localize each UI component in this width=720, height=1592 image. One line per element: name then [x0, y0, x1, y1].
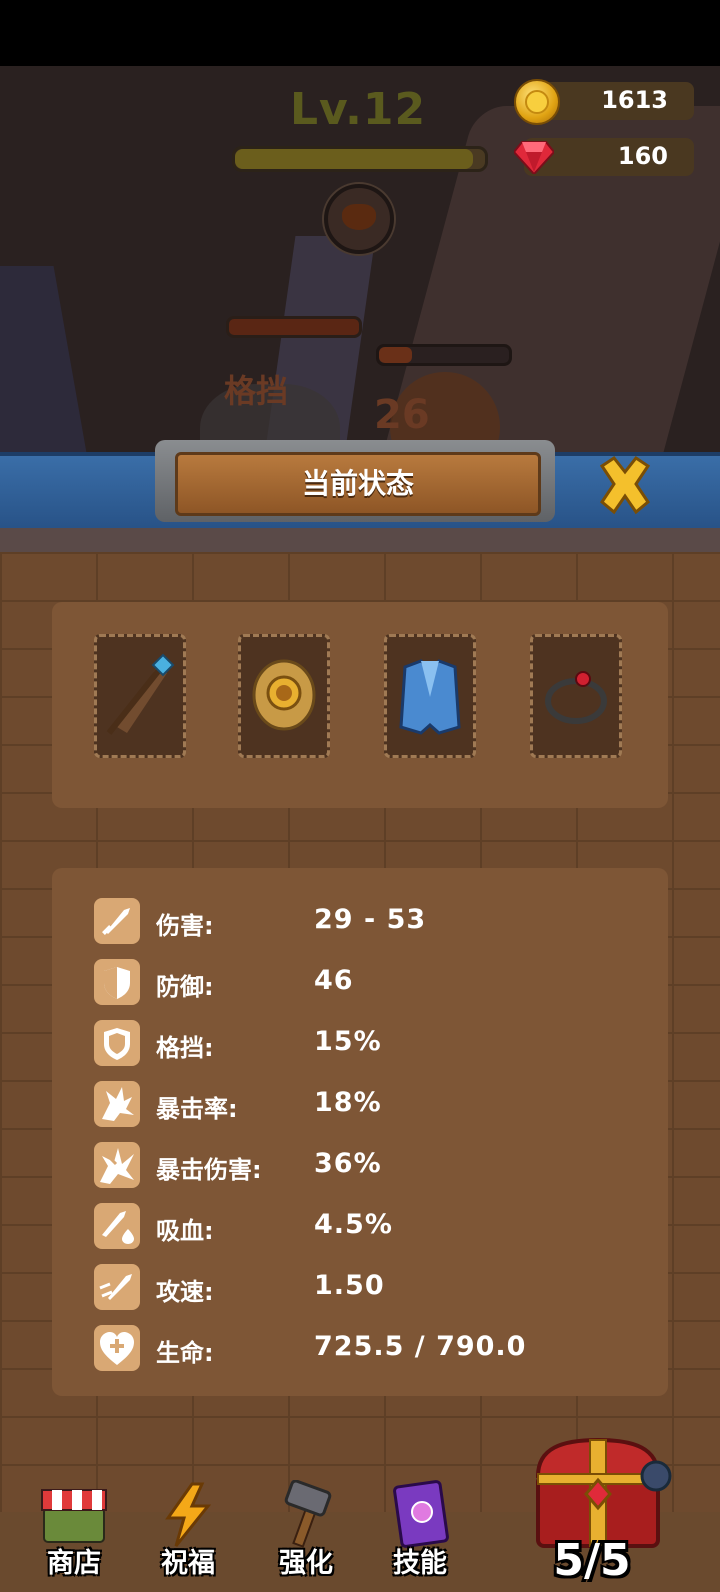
stat-label: 吸血: — [156, 1217, 214, 1245]
block-popup: 格挡 — [224, 372, 289, 410]
ribbon-shadow — [0, 528, 720, 552]
status-bar — [0, 0, 720, 66]
stat-row: 格挡: 15% — [94, 1018, 654, 1068]
gem-counter: 160 — [512, 138, 694, 176]
shield-icon — [252, 659, 316, 731]
stat-value: 36% — [314, 1148, 382, 1179]
stat-label: 格挡: — [156, 1034, 214, 1062]
stat-row: 暴击伤害: 36% — [94, 1140, 654, 1190]
enemy-hp-bar — [376, 344, 512, 366]
lifesteal-icon — [94, 1203, 140, 1249]
gold-value: 1613 — [601, 86, 668, 114]
chest-count-label: 5/5 — [553, 1535, 631, 1586]
gold-counter: 1613 — [514, 79, 694, 125]
level-label: Lv.12 — [290, 84, 427, 135]
damage-popup: 26 — [374, 392, 430, 438]
lightning-icon — [152, 1480, 224, 1550]
stat-label: 攻速: — [156, 1278, 214, 1306]
nav-skills-label: 技能 — [393, 1548, 447, 1579]
armor-icon — [399, 659, 461, 735]
ruby-gem-icon — [512, 138, 556, 176]
nav-upgrade-label: 强化 — [279, 1548, 333, 1579]
block-shield-icon — [94, 1020, 140, 1066]
boss-icon — [324, 184, 394, 254]
enemy-hp-fill — [379, 347, 412, 363]
shop-stall-icon — [38, 1480, 110, 1550]
stat-row: 伤害: 29 - 53 — [94, 896, 654, 946]
stat-label: 生命: — [156, 1339, 214, 1367]
stat-row: 生命: 725.5 / 790.0 — [94, 1323, 654, 1373]
stat-label: 暴击率: — [156, 1095, 238, 1123]
equip-slot-weapon[interactable] — [94, 634, 186, 758]
nav-shop-button[interactable]: 商店 — [24, 1472, 124, 1592]
hammer-icon — [270, 1479, 342, 1550]
defense-shield-icon — [94, 959, 140, 1005]
close-icon — [599, 455, 651, 515]
stat-value: 4.5% — [314, 1209, 393, 1240]
stat-label: 暴击伤害: — [156, 1156, 262, 1184]
xp-bar-fill — [235, 149, 473, 169]
attack-speed-icon — [94, 1264, 140, 1310]
staff-icon — [106, 653, 175, 735]
stat-value: 18% — [314, 1087, 382, 1118]
stat-row: 攻速: 1.50 — [94, 1262, 654, 1312]
stat-value: 725.5 / 790.0 — [314, 1331, 527, 1362]
xp-bar — [232, 146, 488, 172]
nav-skills-button[interactable]: 技能 — [370, 1472, 470, 1592]
close-button[interactable] — [592, 452, 658, 518]
gold-coin-icon — [514, 79, 560, 125]
stat-row: 暴击率: 18% — [94, 1079, 654, 1129]
heart-icon — [94, 1325, 140, 1371]
stat-value: 1.50 — [314, 1270, 385, 1301]
stat-value: 29 - 53 — [314, 904, 427, 935]
gem-value: 160 — [617, 142, 668, 170]
stat-value: 46 — [314, 965, 354, 996]
hero-hp-bar — [226, 316, 362, 338]
nav-shop-label: 商店 — [47, 1548, 101, 1579]
crit-damage-icon — [94, 1142, 140, 1188]
treasure-chest-button[interactable]: 5/5 — [532, 1436, 672, 1586]
crit-rate-icon — [94, 1081, 140, 1127]
stats-box — [52, 868, 668, 1396]
stat-value: 15% — [314, 1026, 382, 1057]
stat-label: 伤害: — [156, 912, 214, 940]
nav-blessing-button[interactable]: 祝福 — [138, 1472, 238, 1592]
equip-slot-ring[interactable] — [530, 634, 622, 758]
nav-upgrade-button[interactable]: 强化 — [256, 1472, 356, 1592]
spellbook-icon — [384, 1480, 456, 1550]
equip-slot-armor[interactable] — [384, 634, 476, 758]
nav-blessing-label: 祝福 — [161, 1548, 215, 1579]
dialog-title: 当前状态 — [175, 452, 541, 516]
stat-row: 吸血: 4.5% — [94, 1201, 654, 1251]
equip-slot-shield[interactable] — [238, 634, 330, 758]
stat-label: 防御: — [156, 973, 214, 1001]
stat-row: 防御: 46 — [94, 957, 654, 1007]
sword-icon — [94, 898, 140, 944]
ring-icon — [545, 671, 607, 724]
